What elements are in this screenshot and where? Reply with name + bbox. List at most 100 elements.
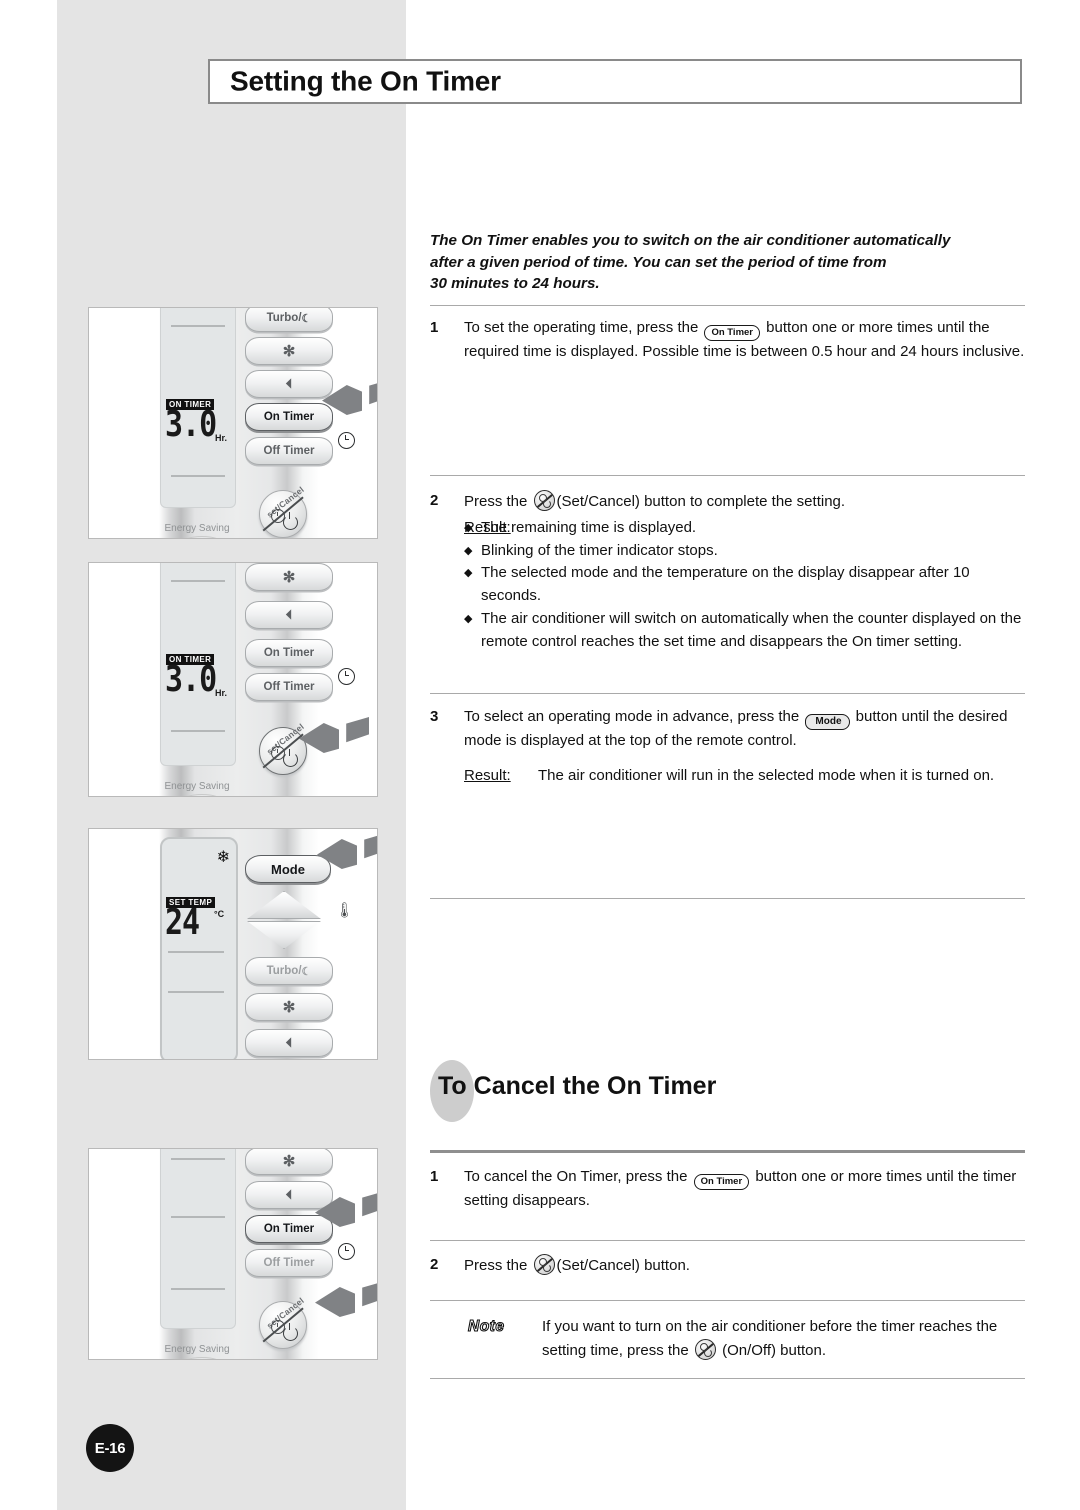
divider <box>430 898 1025 899</box>
step-3-result-label: Result: <box>464 766 511 784</box>
cancel-step-2-text-before: Press the <box>464 1257 528 1274</box>
off-timer-label: Off Timer <box>263 1257 315 1269</box>
fan-speed-icon: ✻ <box>282 569 296 586</box>
manual-page: Setting the On Timer ON TIMER 3.0 Hr. En… <box>0 0 1080 1510</box>
step-2-result-bullets: The remaining time is displayed. Blinkin… <box>464 517 1030 654</box>
remote-fan-speed-button[interactable]: ✻ <box>245 993 333 1021</box>
step-3: 3 To select an operating mode in advance… <box>430 706 1030 788</box>
pointer-arrow-set-cancel <box>315 1281 377 1325</box>
remote-lcd: ❄ SET TEMP 24 °C <box>160 837 238 1059</box>
note-block: Note If you want to turn on the air cond… <box>430 1316 1030 1363</box>
remote-on-timer-button[interactable]: On Timer <box>245 639 333 667</box>
divider <box>430 1150 1025 1153</box>
cancel-step-1-text-before: To cancel the On Timer, press the <box>464 1168 688 1185</box>
intro-line-3: 30 minutes to 24 hours. <box>430 275 600 292</box>
on-timer-label: On Timer <box>263 411 315 423</box>
pointer-arrow <box>322 379 377 423</box>
divider <box>430 1240 1025 1241</box>
snowflake-icon: ❄ <box>216 849 230 866</box>
power-icon <box>542 1264 551 1272</box>
note-label: Note <box>467 1317 505 1335</box>
cancel-step-2-text-after: (Set/Cancel) button. <box>556 1257 690 1274</box>
on-timer-button-icon[interactable]: On Timer <box>704 325 760 341</box>
cancel-step-2-number: 2 <box>430 1256 439 1273</box>
heading-rest: Cancel the On Timer <box>473 1072 717 1100</box>
remote-set-cancel-button[interactable]: set/Cancel <box>259 484 307 538</box>
remote-lcd <box>160 1149 236 1329</box>
step-1-body: To set the operating time, press the On … <box>464 317 1030 364</box>
cancel-step-1-body: To cancel the On Timer, press the On Tim… <box>464 1166 1030 1213</box>
lcd-value: 3.0 <box>165 404 217 446</box>
power-icon <box>283 1323 298 1341</box>
power-icon <box>283 749 298 767</box>
fan-speed-icon: ✻ <box>282 1153 296 1170</box>
remote-air-swing-button[interactable]: ⏴ <box>245 1029 333 1057</box>
step-2-result: Result: The remaining time is displayed.… <box>464 517 1030 654</box>
illustration-panel-3: ❄ SET TEMP 24 °C Mode 🌡 Turbo/ ☾ ✻ ⏴ <box>88 828 378 1060</box>
mode-label: Mode <box>271 861 305 877</box>
lcd-value: 3.0 <box>165 659 217 701</box>
clock-icon <box>338 668 355 685</box>
on-timer-label: On Timer <box>263 647 315 659</box>
divider <box>430 693 1025 694</box>
remote-fan-speed-button[interactable]: ✻ <box>245 563 333 591</box>
remote-lcd: ON TIMER 3.0 Hr. <box>160 308 236 508</box>
set-cancel-icon[interactable] <box>533 490 555 511</box>
remote-on-timer-button[interactable]: On Timer <box>245 403 333 431</box>
cancel-step-2-body: Press the (Set/Cancel) button. <box>464 1254 1030 1278</box>
step-3-number: 3 <box>430 708 439 725</box>
air-swing-icon: ⏴ <box>285 1187 293 1202</box>
remote-set-cancel-button[interactable]: set/Cancel <box>259 1295 307 1349</box>
result-bullet: The air conditioner will switch on autom… <box>464 608 1030 654</box>
pointer-arrow <box>299 717 369 761</box>
remote-off-timer-button[interactable]: Off Timer <box>245 1249 333 1277</box>
turbo-moon-icon: ☾ <box>301 312 312 325</box>
result-bullet: The selected mode and the temperature on… <box>464 562 1030 608</box>
lcd-unit: Hr. <box>215 688 228 698</box>
lcd-unit: Hr. <box>215 433 228 443</box>
step-3-body: To select an operating mode in advance, … <box>464 706 1030 788</box>
remote-air-swing-button[interactable]: ⏴ <box>245 370 333 398</box>
on-off-icon[interactable] <box>694 1338 716 1360</box>
mode-button-icon[interactable]: Mode <box>805 714 850 730</box>
remote-off-timer-button[interactable]: Off Timer <box>245 673 333 701</box>
energy-saving-label: Energy Saving <box>164 781 230 792</box>
result-bullet: The remaining time is displayed. <box>464 517 1030 540</box>
power-icon <box>703 1348 712 1357</box>
fan-speed-icon: ✻ <box>282 343 296 360</box>
set-cancel-icon[interactable] <box>533 1254 555 1275</box>
intro-paragraph: The On Timer enables you to switch on th… <box>430 230 1030 295</box>
power-icon <box>283 512 298 530</box>
step-2-text-after: (Set/Cancel) button to complete the sett… <box>556 493 846 510</box>
remote-off-timer-button[interactable]: Off Timer <box>245 437 333 465</box>
thermometer-icon: 🌡 <box>335 902 355 919</box>
step-3-result-text: The air conditioner will run in the sele… <box>538 766 995 784</box>
remote-fan-speed-button[interactable]: ✻ <box>245 1149 333 1175</box>
remote-fan-speed-button[interactable]: ✻ <box>245 337 333 365</box>
off-timer-label: Off Timer <box>263 445 315 457</box>
content-column: The On Timer enables you to switch on th… <box>430 0 1025 1510</box>
remote-turbo-button[interactable]: Turbo/ ☾ <box>245 308 333 332</box>
remote-turbo-button[interactable]: Turbo/ ☾ <box>245 957 333 985</box>
on-timer-button-icon[interactable]: On Timer <box>693 1174 750 1190</box>
result-bullet: Blinking of the timer indicator stops. <box>464 540 1030 563</box>
remote-control-graphic: ON TIMER 3.0 Hr. Energy Saving Turbo/ ☾ … <box>127 308 377 538</box>
turbo-label: Turbo/ <box>266 965 302 977</box>
remote-lcd: ON TIMER 3.0 Hr. <box>160 563 236 766</box>
divider <box>430 1378 1025 1379</box>
illustration-panel-4: Energy Saving ✻ ⏴ On Timer Off Timer set… <box>88 1148 378 1360</box>
air-swing-icon: ⏴ <box>285 376 293 391</box>
step-1-text-before: To set the operating time, press the <box>464 319 699 336</box>
turbo-moon-icon: ☾ <box>301 965 312 978</box>
off-timer-label: Off Timer <box>263 681 315 693</box>
illustration-panel-2: ON TIMER 3.0 Hr. Energy Saving ✻ ⏴ On Ti… <box>88 562 378 797</box>
air-swing-icon: ⏴ <box>285 607 293 622</box>
pointer-arrow <box>317 833 377 877</box>
air-swing-icon: ⏴ <box>285 1035 293 1050</box>
remote-control-graphic: ❄ SET TEMP 24 °C Mode 🌡 Turbo/ ☾ ✻ ⏴ <box>127 829 377 1059</box>
intro-line-2: after a given period of time. You can se… <box>430 253 887 271</box>
remote-air-swing-button[interactable]: ⏴ <box>245 601 333 629</box>
step-2-body: Press the (Set/Cancel) button to complet… <box>464 490 1030 654</box>
pointer-arrow-on-timer <box>315 1191 377 1235</box>
lcd-value: 24 <box>165 902 200 944</box>
